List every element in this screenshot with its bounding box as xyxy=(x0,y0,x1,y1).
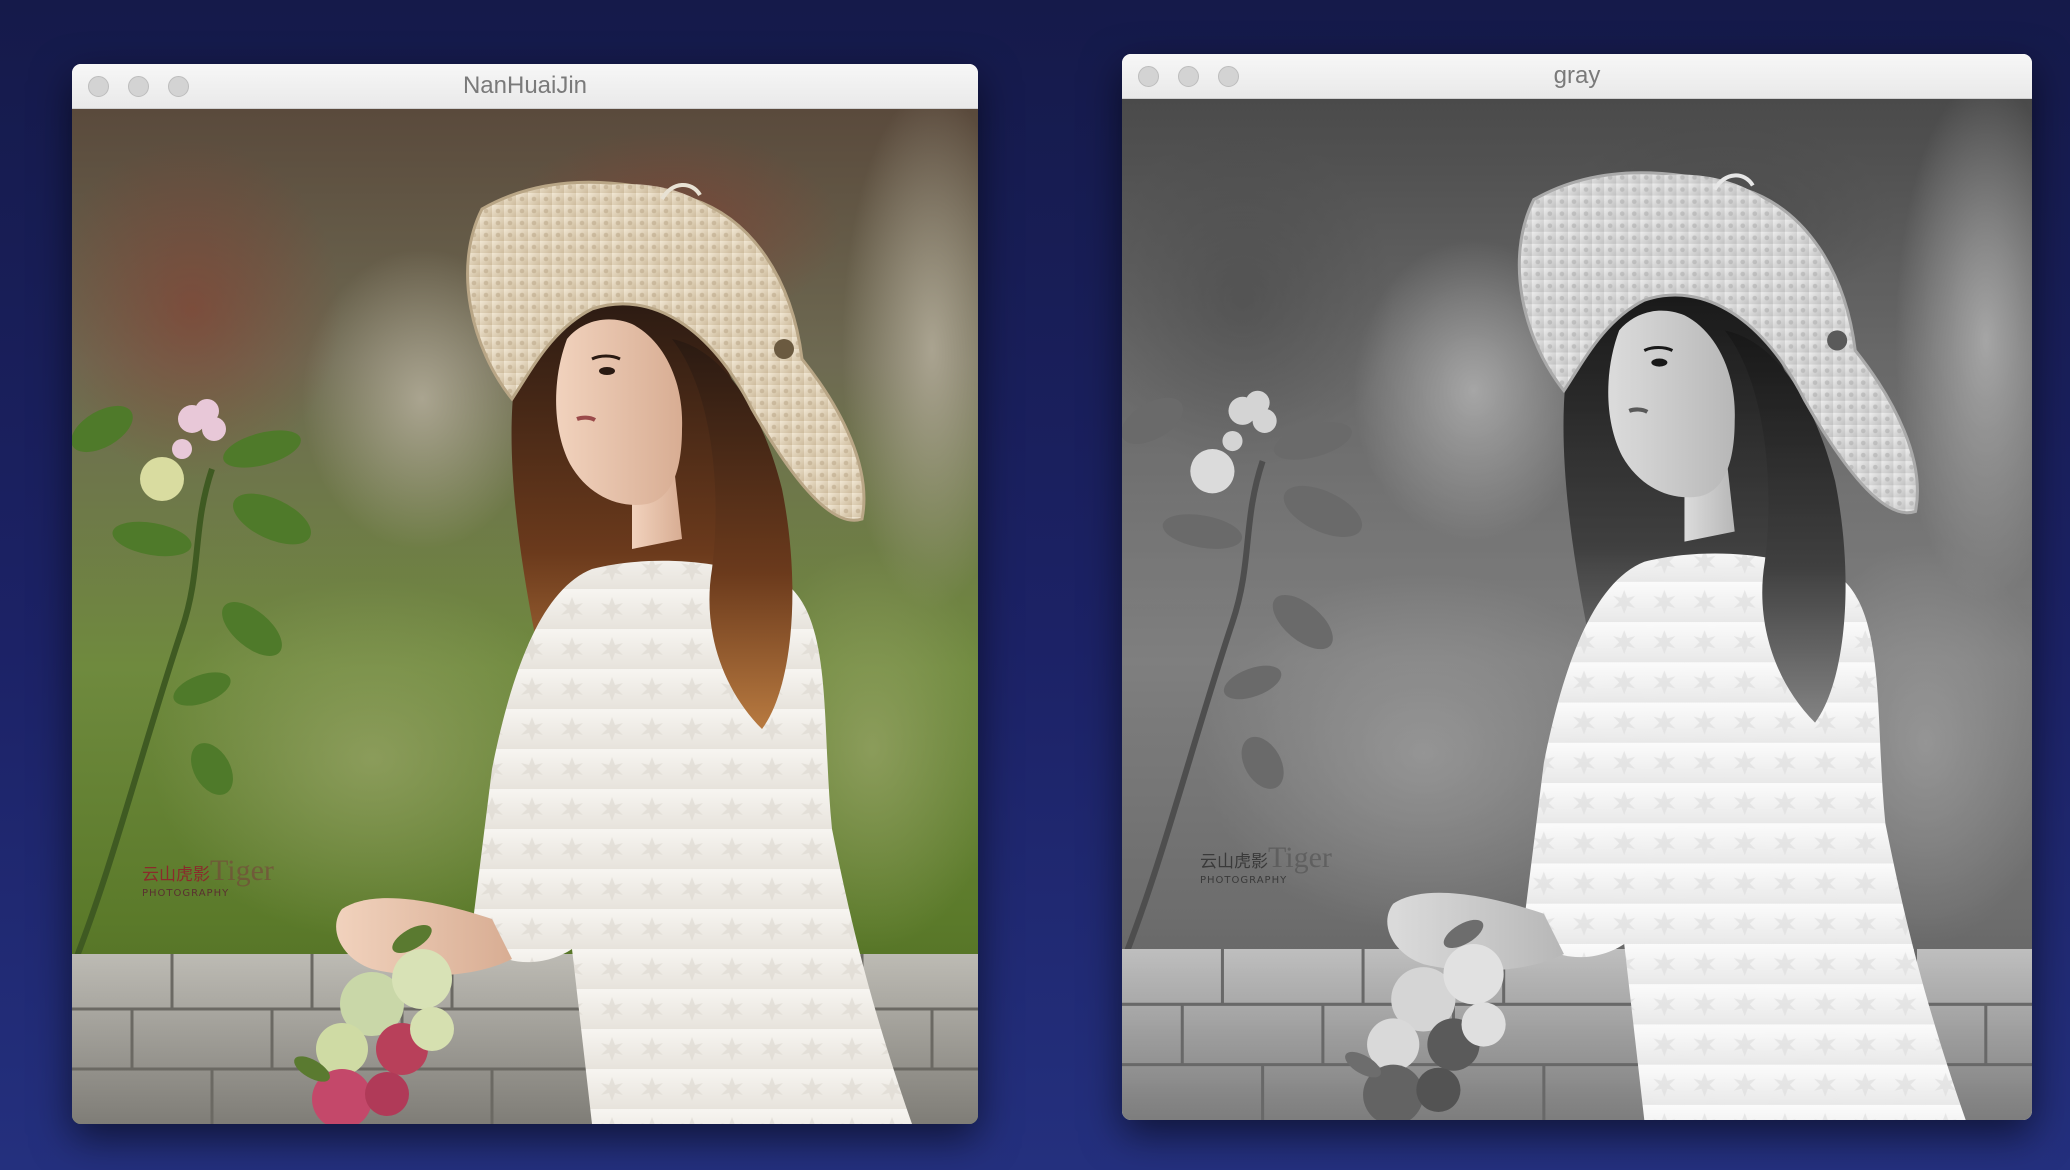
portrait-image-grayscale xyxy=(1122,99,2032,1120)
window-gray[interactable]: gray 云山虎影Tiger PHOTOGRAPHY xyxy=(1122,54,2032,1120)
image-canvas[interactable]: 云山虎影Tiger PHOTOGRAPHY xyxy=(72,109,978,1124)
window-nanhuaijin[interactable]: NanHuaiJin 云山虎影Tiger PHOTOGRAPHY xyxy=(72,64,978,1124)
image-canvas[interactable]: 云山虎影Tiger PHOTOGRAPHY xyxy=(1122,99,2032,1120)
portrait-image xyxy=(72,109,978,1124)
titlebar[interactable]: NanHuaiJin xyxy=(72,64,978,109)
watermark: 云山虎影Tiger PHOTOGRAPHY xyxy=(1200,841,1332,886)
titlebar[interactable]: gray xyxy=(1122,54,2032,99)
window-title: NanHuaiJin xyxy=(462,72,588,99)
watermark: 云山虎影Tiger PHOTOGRAPHY xyxy=(142,854,274,899)
window-title: gray xyxy=(1553,62,1601,89)
